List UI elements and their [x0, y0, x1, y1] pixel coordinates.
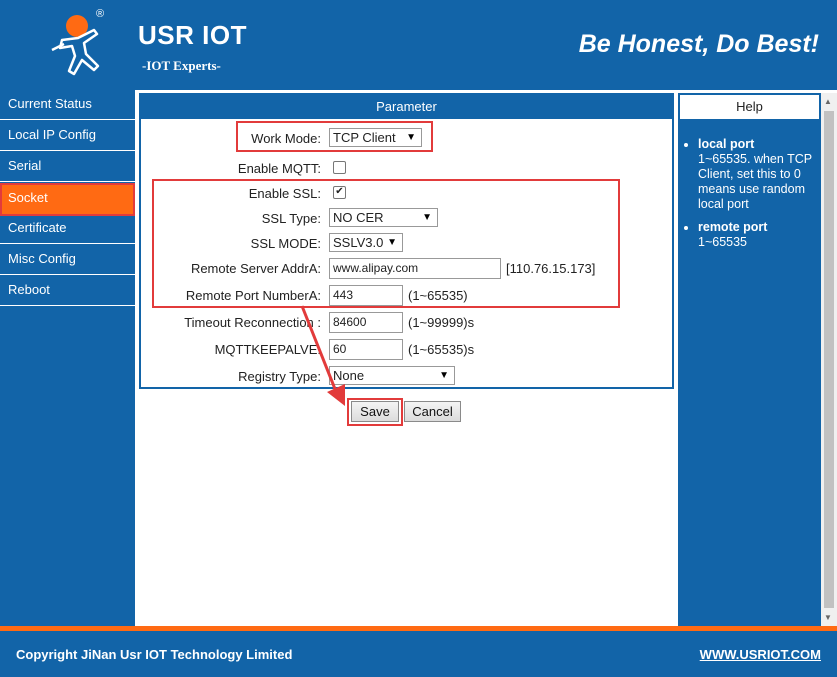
- ssl-type-value: NO CER: [333, 210, 384, 225]
- sidebar-item-socket[interactable]: Socket: [0, 183, 135, 216]
- registry-type-row: Registry Type: None ▼: [141, 365, 672, 389]
- scrollbar[interactable]: ▲ ▼: [821, 93, 837, 626]
- remote-port-hint: (1~65535): [408, 288, 468, 303]
- running-man-logo-icon: [51, 15, 100, 76]
- remote-server-row: Remote Server AddrA: www.alipay.com [110…: [141, 257, 672, 281]
- brand-name: USR IOT: [138, 20, 247, 50]
- sidebar-nav: Current Status Local IP Config Serial So…: [0, 90, 135, 626]
- annotation-arrow-icon: [300, 305, 345, 406]
- help-term: remote port: [698, 220, 768, 234]
- help-item-local-port: local port 1~65535. when TCP Client, set…: [698, 137, 818, 212]
- save-button[interactable]: Save: [351, 401, 399, 422]
- remote-port-row: Remote Port NumberA: 443 (1~65535): [141, 284, 672, 308]
- brand-tagline: -IOT Experts-: [142, 58, 221, 73]
- help-list: local port 1~65535. when TCP Client, set…: [682, 137, 818, 258]
- work-mode-select[interactable]: TCP Client ▼: [329, 128, 422, 147]
- sidebar-item-misc-config[interactable]: Misc Config: [0, 245, 135, 275]
- ssl-mode-select[interactable]: SSLV3.0 ▼: [329, 233, 403, 252]
- ssl-mode-value: SSLV3.0: [333, 235, 384, 250]
- footer: Copyright JiNan Usr IOT Technology Limit…: [0, 631, 837, 677]
- ssl-type-row: SSL Type: NO CER ▼: [141, 207, 672, 231]
- dropdown-arrow-icon: ▼: [439, 370, 449, 381]
- parameter-title: Parameter: [141, 95, 672, 119]
- help-desc: 1~65535: [698, 235, 748, 249]
- sidebar-item-reboot[interactable]: Reboot: [0, 276, 135, 306]
- enable-ssl-label: Enable SSL:: [248, 186, 321, 201]
- mqtt-keepalive-row: MQTTKEEPALVE: 60 (1~65535)s: [141, 338, 672, 362]
- scroll-up-icon[interactable]: ▲: [824, 97, 832, 106]
- enable-mqtt-label: Enable MQTT:: [237, 161, 321, 176]
- work-mode-row: Work Mode: TCP Client ▼: [141, 127, 672, 151]
- dropdown-arrow-icon: ▼: [406, 132, 416, 143]
- help-item-remote-port: remote port 1~65535: [698, 220, 818, 250]
- website-link[interactable]: WWW.USRIOT.COM: [700, 647, 821, 662]
- dropdown-arrow-icon: ▼: [387, 237, 397, 248]
- remote-server-input[interactable]: www.alipay.com: [329, 258, 501, 279]
- sidebar-item-local-ip-config[interactable]: Local IP Config: [0, 121, 135, 151]
- parameter-panel: Parameter Work Mode: TCP Client ▼ Enable…: [139, 93, 674, 389]
- scroll-thumb[interactable]: [824, 111, 834, 608]
- timeout-row: Timeout Reconnection : 84600 (1~99999)s: [141, 311, 672, 335]
- sidebar-item-certificate[interactable]: Certificate: [0, 214, 135, 244]
- ssl-type-label: SSL Type:: [261, 211, 321, 226]
- header-banner: ® USR IOT -IOT Experts- Be Honest, Do Be…: [0, 0, 837, 90]
- ssl-type-select[interactable]: NO CER ▼: [329, 208, 438, 227]
- checkmark-icon: ✔: [335, 186, 344, 197]
- remote-server-ip-hint: [110.76.15.173]: [506, 261, 596, 276]
- help-title: Help: [678, 93, 821, 121]
- enable-mqtt-row: Enable MQTT:: [141, 157, 672, 181]
- sidebar-item-serial[interactable]: Serial: [0, 152, 135, 182]
- ssl-mode-label: SSL MODE:: [250, 236, 321, 251]
- help-term: local port: [698, 137, 755, 151]
- timeout-hint: (1~99999)s: [408, 315, 475, 330]
- ssl-mode-row: SSL MODE: SSLV3.0 ▼: [141, 232, 672, 256]
- work-mode-label: Work Mode:: [251, 131, 321, 146]
- cancel-button[interactable]: Cancel: [404, 401, 461, 422]
- enable-ssl-checkbox[interactable]: ✔: [333, 186, 346, 199]
- remote-server-label: Remote Server AddrA:: [190, 261, 321, 276]
- mqtt-keepalive-hint: (1~65535)s: [408, 342, 475, 357]
- enable-mqtt-checkbox[interactable]: [333, 161, 346, 174]
- registered-mark: ®: [96, 8, 105, 20]
- sidebar-item-current-status[interactable]: Current Status: [0, 90, 135, 120]
- slogan: Be Honest, Do Best!: [578, 30, 819, 58]
- enable-ssl-row: Enable SSL: ✔: [141, 182, 672, 206]
- help-desc: 1~65535. when TCP Client, set this to 0 …: [698, 152, 812, 211]
- scroll-down-icon[interactable]: ▼: [824, 613, 832, 622]
- copyright-text: Copyright JiNan Usr IOT Technology Limit…: [16, 647, 293, 662]
- work-mode-value: TCP Client: [333, 130, 396, 145]
- help-panel: Help local port 1~65535. when TCP Client…: [678, 93, 821, 626]
- dropdown-arrow-icon: ▼: [422, 212, 432, 223]
